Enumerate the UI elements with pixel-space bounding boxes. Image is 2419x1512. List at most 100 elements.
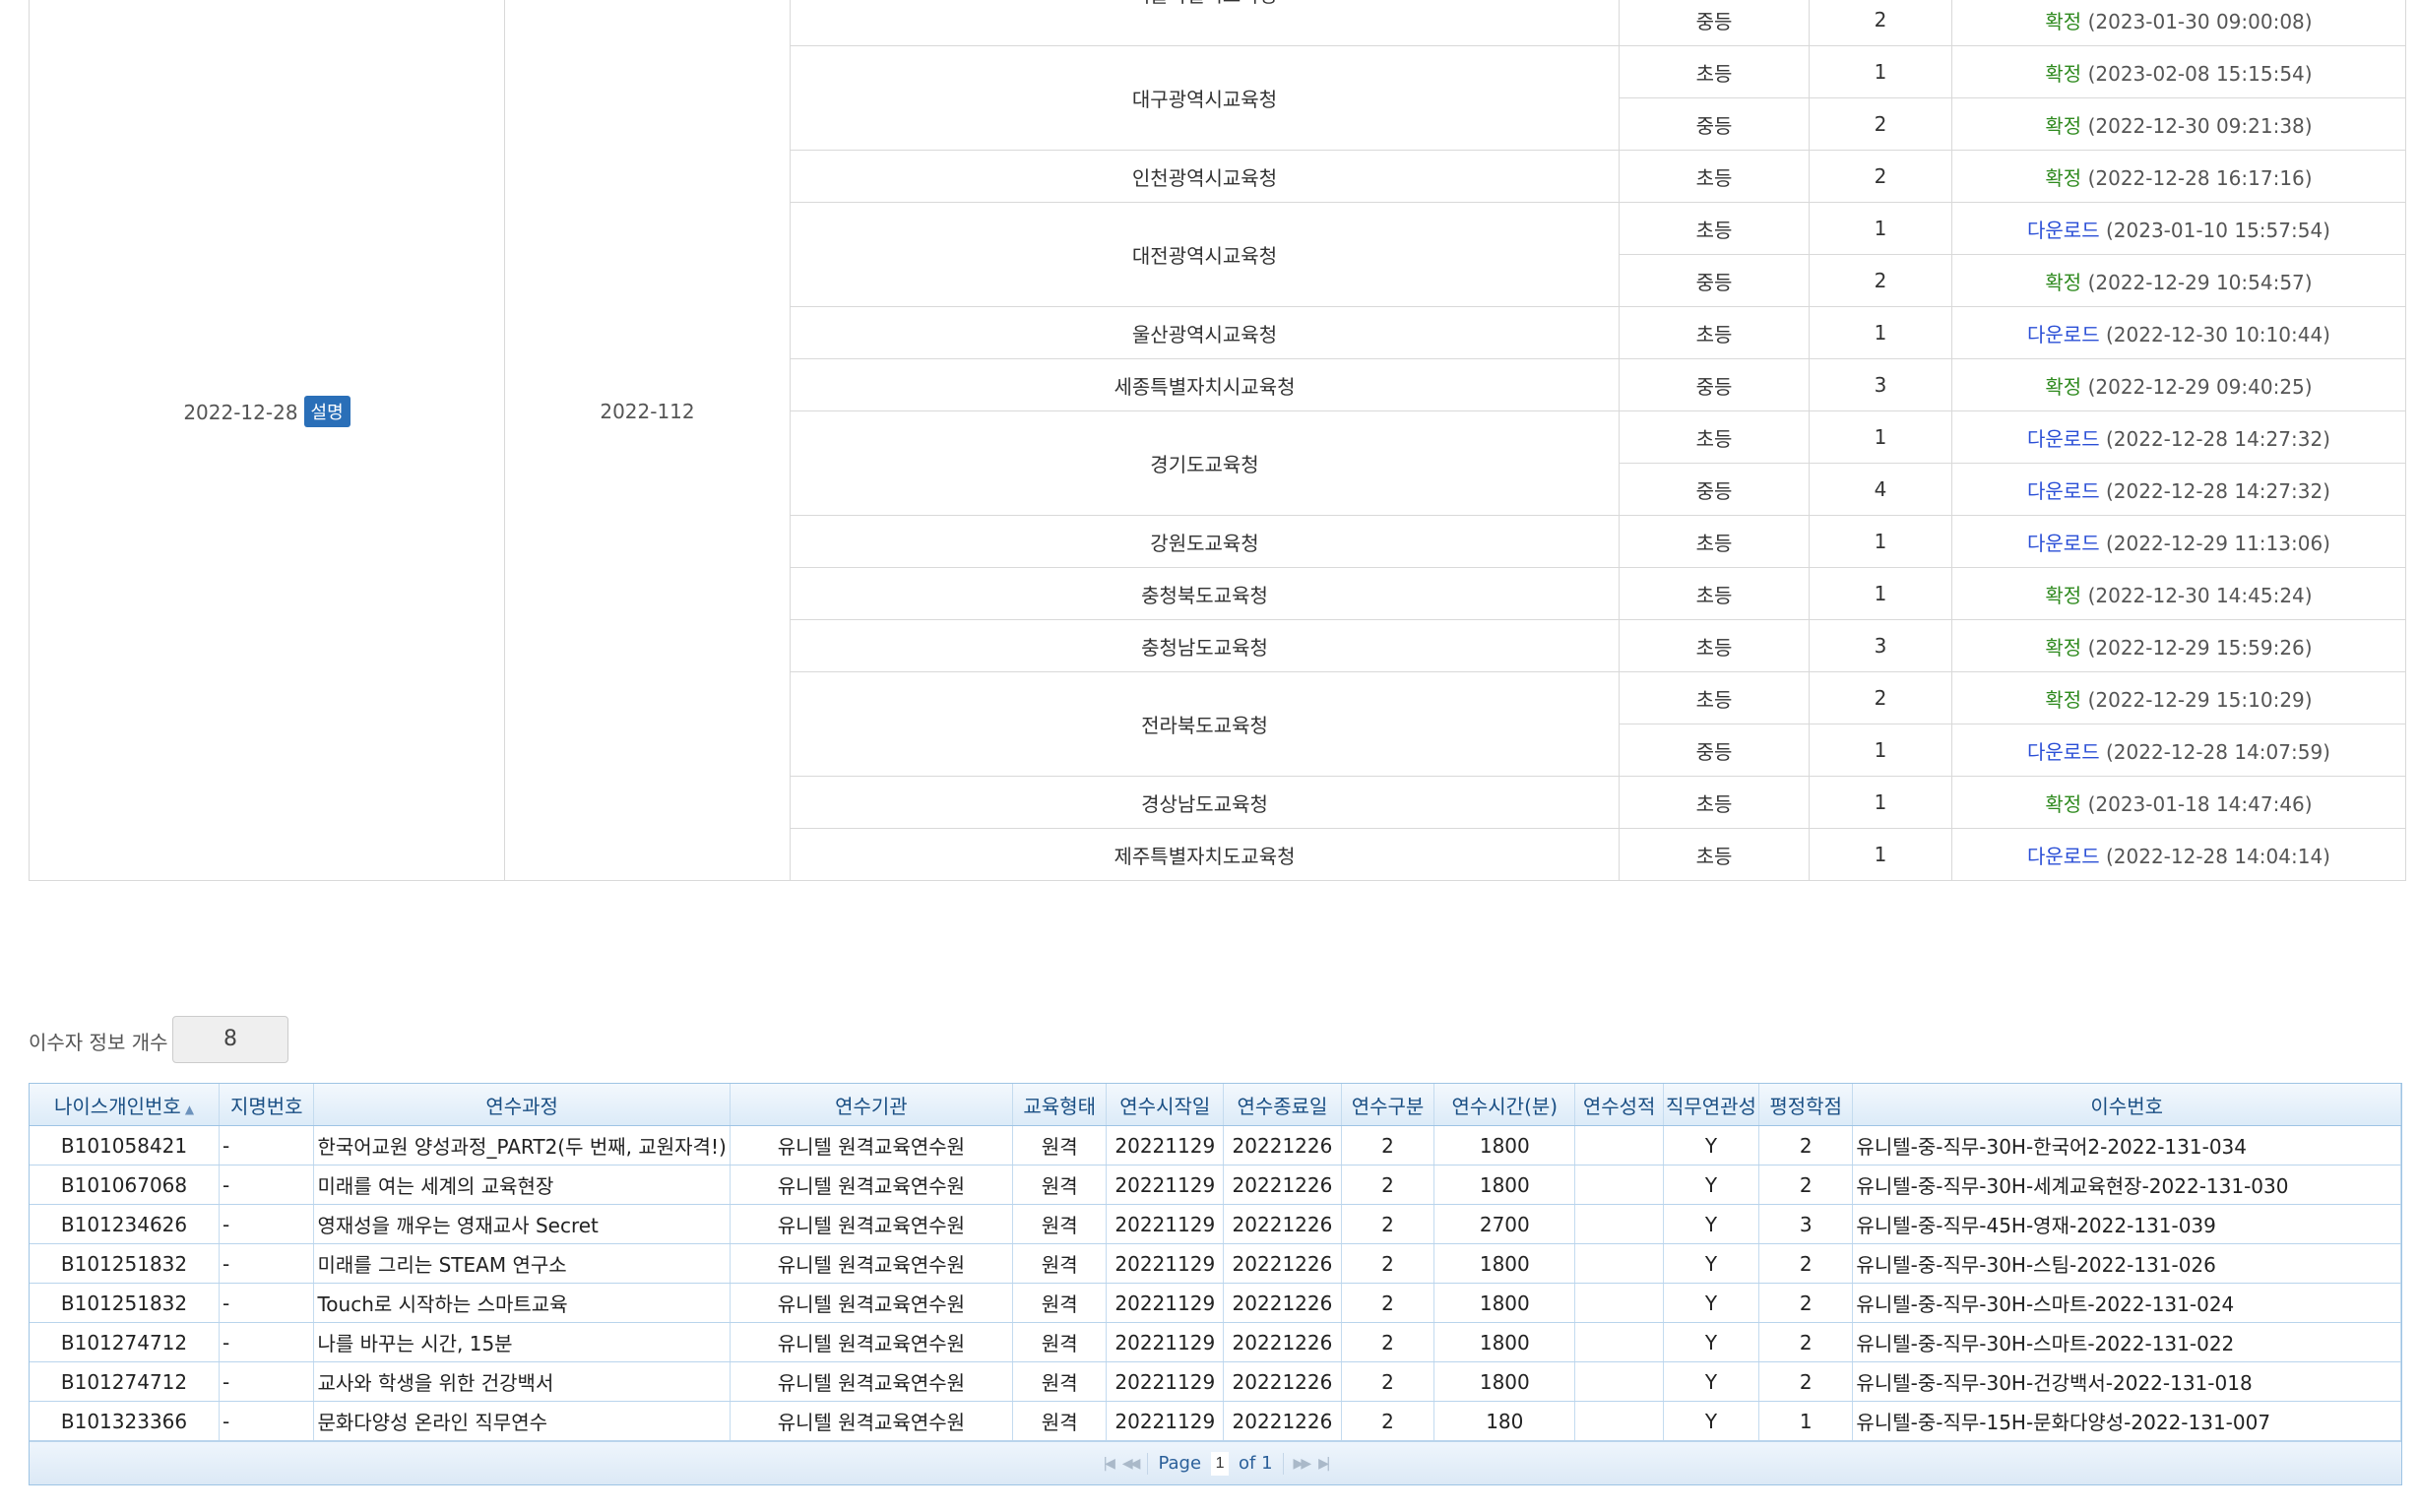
column-header[interactable]: 나이스개인번호 ▲ <box>30 1084 221 1126</box>
column-header[interactable]: 연수시작일 <box>1106 1084 1225 1126</box>
school-level: 초등 <box>1619 567 1810 620</box>
table-cell <box>1574 1165 1664 1205</box>
table-cell: 원격 <box>1012 1283 1108 1323</box>
column-header[interactable]: 연수과정 <box>313 1084 731 1126</box>
table-cell: 2 <box>1341 1204 1435 1244</box>
table-cell: 유니텔 원격교육연수원 <box>730 1125 1013 1166</box>
status-cell: 확정 (2023-01-30 09:00:08) <box>1951 0 2406 46</box>
count-cell: 1 <box>1809 828 1952 881</box>
status-cell: 다운로드 (2022-12-29 11:13:06) <box>1951 515 2406 568</box>
column-header-label: 지명번호 <box>229 1094 303 1118</box>
office-name: 충청북도교육청 <box>790 567 1620 620</box>
count-cell: 2 <box>1809 97 1952 151</box>
table-cell: 유니텔-중-직무-30H-건강백서-2022-131-018 <box>1852 1361 2401 1402</box>
status-timestamp: (2023-01-18 14:47:46) <box>2087 791 2313 816</box>
table-cell: 원격 <box>1012 1165 1108 1205</box>
table-cell: 유니텔 원격교육연수원 <box>730 1283 1013 1323</box>
table-cell: 20221226 <box>1223 1125 1342 1166</box>
status-timestamp: (2022-12-28 14:27:32) <box>2105 426 2330 451</box>
table-cell: 2 <box>1341 1283 1435 1323</box>
table-row[interactable]: B101251832- Touch로 시작하는 스마트교육 유니텔 원격교육연수원 원… <box>30 1283 2401 1323</box>
description-badge[interactable]: 설명 <box>303 395 350 427</box>
status-timestamp: (2022-12-28 14:27:32) <box>2105 478 2330 503</box>
table-cell: 1800 <box>1433 1361 1576 1402</box>
table-cell: B101323366 <box>30 1401 221 1441</box>
column-header[interactable]: 연수성적 <box>1574 1084 1664 1126</box>
column-header[interactable]: 연수기관 <box>730 1084 1013 1126</box>
prev-page-icon[interactable]: ◀◀ <box>1122 1456 1140 1472</box>
confirm-status: 확정 <box>2045 687 2082 712</box>
table-row[interactable]: B101251832- 미래를 그리는 STEAM 연구소 유니텔 원격교육연수원 원… <box>30 1243 2401 1284</box>
count-label: 이수자 정보 개수 <box>29 1031 168 1054</box>
confirm-status: 확정 <box>2045 165 2082 190</box>
session-date: 2022-12-28 <box>183 400 298 424</box>
school-level: 초등 <box>1619 619 1810 672</box>
column-header[interactable]: 연수시간(분) <box>1433 1084 1576 1126</box>
table-cell <box>1574 1125 1664 1166</box>
table-row[interactable]: B101067068- 미래를 여는 세계의 교육현장 유니텔 원격교육연수원 원격 2… <box>30 1165 2401 1205</box>
table-row[interactable]: B101234626- 영재성을 깨우는 영재교사 Secret 유니텔 원격교육연… <box>30 1204 2401 1244</box>
status-cell: 확정 (2022-12-29 10:54:57) <box>1951 254 2406 307</box>
table-cell: 20221129 <box>1106 1283 1225 1323</box>
download-link[interactable]: 다운로드 <box>2027 427 2100 451</box>
table-cell: 유니텔-중-직무-30H-한국어2-2022-131-034 <box>1852 1125 2401 1166</box>
table-cell: 2 <box>1758 1243 1854 1284</box>
table-cell: 유니텔 원격교육연수원 <box>730 1322 1013 1362</box>
table-row[interactable]: B101274712- 교사와 학생을 위한 건강백서 유니텔 원격교육연수원 원격 2… <box>30 1361 2401 1402</box>
table-cell: 20221226 <box>1223 1322 1342 1362</box>
status-cell: 다운로드 (2022-12-28 14:07:59) <box>1951 724 2406 777</box>
count-cell: 1 <box>1809 776 1952 829</box>
status-timestamp: (2022-12-30 09:21:38) <box>2087 113 2313 138</box>
table-cell: 유니텔 원격교육연수원 <box>730 1165 1013 1205</box>
first-page-icon[interactable]: |◀ <box>1103 1456 1115 1472</box>
column-header[interactable]: 지명번호 <box>219 1084 315 1126</box>
table-cell: 20221226 <box>1223 1283 1342 1323</box>
school-level: 중등 <box>1619 724 1810 777</box>
table-cell: 2 <box>1758 1165 1854 1205</box>
download-link[interactable]: 다운로드 <box>2027 532 2100 555</box>
column-header-label: 이수번호 <box>2090 1094 2164 1118</box>
confirm-status: 확정 <box>2045 635 2082 660</box>
column-header-label: 직무연관성 <box>1665 1094 1756 1118</box>
table-cell: Y <box>1663 1125 1759 1166</box>
last-page-icon[interactable]: ▶| <box>1318 1456 1331 1472</box>
column-header[interactable]: 교육형태 <box>1012 1084 1108 1126</box>
table-cell: 2 <box>1341 1401 1435 1441</box>
next-page-icon[interactable]: ▶▶ <box>1294 1456 1311 1472</box>
column-header-label: 연수과정 <box>485 1094 558 1118</box>
table-cell: 20221129 <box>1106 1361 1225 1402</box>
column-header[interactable]: 평정학점 <box>1758 1084 1854 1126</box>
column-header[interactable]: 이수번호 <box>1852 1084 2401 1126</box>
table-row[interactable]: B101323366- 문화다양성 온라인 직무연수 유니텔 원격교육연수원 원격 20… <box>30 1401 2401 1441</box>
table-cell: 20221129 <box>1106 1125 1225 1166</box>
download-link[interactable]: 다운로드 <box>2027 323 2100 346</box>
count-cell: 1 <box>1809 306 1952 359</box>
table-cell: 유니텔 원격교육연수원 <box>730 1401 1013 1441</box>
status-cell: 확정 (2022-12-29 15:10:29) <box>1951 671 2406 724</box>
confirm-status: 확정 <box>2045 9 2082 33</box>
table-cell: - <box>219 1401 315 1441</box>
download-link[interactable]: 다운로드 <box>2027 740 2100 764</box>
column-header[interactable]: 직무연관성 <box>1663 1084 1759 1126</box>
table-row[interactable]: B101274712- 나를 바꾸는 시간, 15분 유니텔 원격교육연수원 원격 20… <box>30 1322 2401 1362</box>
table-row[interactable]: B101058421- 한국어교원 양성과정_PART2(두 번째, 교원자격!)… <box>30 1125 2401 1166</box>
table-cell: 1800 <box>1433 1243 1576 1284</box>
table-cell: 2 <box>1341 1165 1435 1205</box>
table-cell: - <box>219 1125 315 1166</box>
table-cell: 20221129 <box>1106 1401 1225 1441</box>
download-link[interactable]: 다운로드 <box>2027 219 2100 242</box>
download-link[interactable]: 다운로드 <box>2027 845 2100 868</box>
school-level: 초등 <box>1619 306 1810 359</box>
table-cell: 2 <box>1758 1125 1854 1166</box>
table-cell: 1800 <box>1433 1125 1576 1166</box>
table-cell: Y <box>1663 1283 1759 1323</box>
table-cell: Y <box>1663 1165 1759 1205</box>
office-name: 강원도교육청 <box>790 515 1620 568</box>
page-number-input[interactable] <box>1211 1451 1230 1476</box>
download-link[interactable]: 다운로드 <box>2027 479 2100 503</box>
table-cell: 유니텔-중-직무-45H-영재-2022-131-039 <box>1852 1204 2401 1244</box>
column-header[interactable]: 연수종료일 <box>1223 1084 1342 1126</box>
status-cell: 다운로드 (2022-12-30 10:10:44) <box>1951 306 2406 359</box>
table-cell: 1800 <box>1433 1322 1576 1362</box>
column-header[interactable]: 연수구분 <box>1341 1084 1435 1126</box>
